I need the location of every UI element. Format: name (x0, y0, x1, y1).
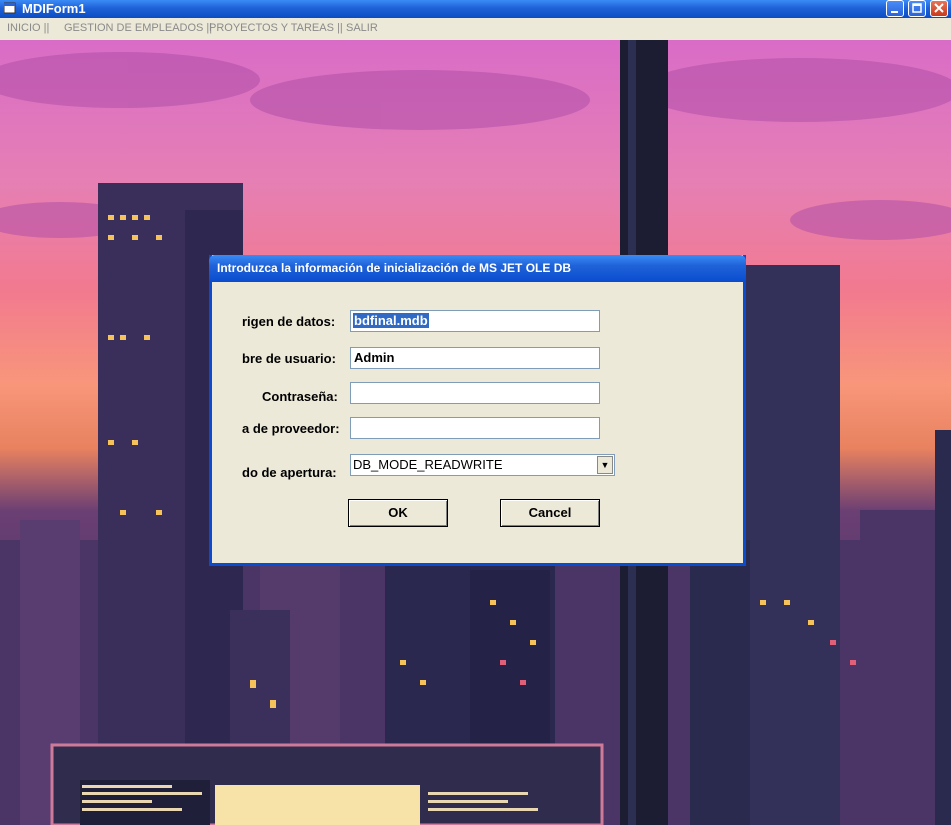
close-button[interactable] (930, 0, 948, 17)
cancel-button[interactable]: Cancel (500, 499, 600, 527)
user-name-field[interactable]: Admin (350, 347, 600, 369)
dialog-title-bar[interactable]: Introduzca la información de inicializac… (209, 255, 746, 282)
data-source-label: rigen de datos: (242, 314, 336, 329)
provider-string-field[interactable] (350, 417, 600, 439)
open-mode-label: do de apertura: (242, 465, 337, 480)
user-name-value: Admin (354, 350, 395, 365)
password-label: Contraseña: (262, 389, 338, 404)
menu-gestion-empleados[interactable]: GESTION DE EMPLEADOS || (64, 22, 212, 34)
menu-bar: INICIO || GESTION DE EMPLEADOS || PROYEC… (0, 18, 951, 40)
menu-salir[interactable]: SALIR (346, 22, 378, 34)
maximize-button[interactable] (908, 0, 926, 17)
window-title-bar: MDIForm1 (0, 0, 951, 18)
app-icon (4, 2, 16, 14)
data-source-field[interactable]: bdfinal.mdb (350, 310, 600, 332)
open-mode-select[interactable]: DB_MODE_READWRITE ▼ (350, 454, 615, 476)
minimize-button[interactable] (886, 0, 904, 17)
jet-oledb-init-dialog: Introduzca la información de inicializac… (209, 255, 746, 566)
menu-inicio[interactable]: INICIO || (7, 22, 49, 34)
window-title: MDIForm1 (22, 1, 86, 16)
open-mode-value: DB_MODE_READWRITE (353, 457, 503, 472)
ok-button[interactable]: OK (348, 499, 448, 527)
provider-string-label: a de proveedor: (242, 421, 340, 436)
data-source-value: bdfinal.mdb (353, 313, 429, 328)
chevron-down-icon[interactable]: ▼ (597, 456, 613, 474)
user-name-label: bre de usuario: (242, 351, 336, 366)
password-field[interactable] (350, 382, 600, 404)
close-icon (934, 3, 944, 13)
dialog-title: Introduzca la información de inicializac… (217, 261, 572, 275)
minimize-icon (891, 11, 898, 13)
maximize-icon (912, 3, 922, 13)
menu-proyectos-tareas[interactable]: PROYECTOS Y TAREAS || (209, 22, 343, 34)
